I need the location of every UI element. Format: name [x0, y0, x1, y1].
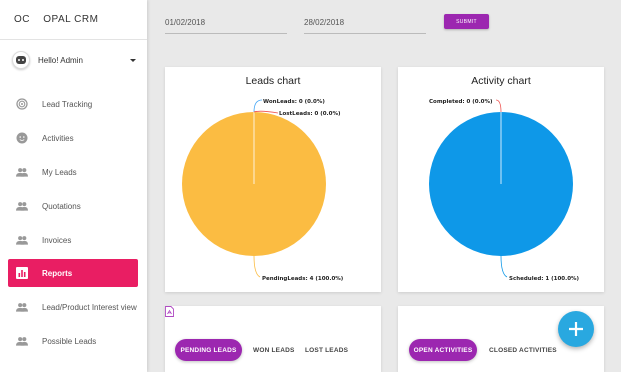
brand-short: OC	[14, 14, 30, 25]
add-button[interactable]	[558, 311, 594, 347]
people-icon	[16, 234, 28, 246]
sidebar-item-label: Possible Leads	[42, 336, 97, 346]
chevron-down-icon	[130, 58, 136, 62]
sidebar-item-quotations[interactable]: Quotations	[8, 192, 138, 220]
label-scheduled: Scheduled: 1 (100.0%)	[509, 276, 580, 282]
start-date-input[interactable]: 01/02/2018	[165, 14, 287, 34]
activity-chart-card: Activity chart Completed: 0 (0.0%) Sched…	[398, 67, 604, 292]
pdf-export-icon[interactable]	[165, 306, 174, 317]
tab-won-leads[interactable]: WON LEADS	[253, 347, 295, 354]
sidebar-item-lead-product-interest[interactable]: Lead/Product Interest view	[8, 293, 138, 321]
sidebar-divider	[0, 39, 147, 40]
leader-line-scheduled-bottom	[500, 255, 508, 278]
leader-line-pending-bottom	[253, 255, 261, 278]
sidebar-item-label: Lead/Product Interest view	[42, 302, 137, 312]
plus-icon	[569, 322, 583, 336]
people-icon	[16, 301, 28, 313]
sidebar-item-label: Lead Tracking	[42, 99, 93, 109]
submit-button[interactable]: SUBMIT	[444, 14, 489, 29]
brand[interactable]: OC OPAL CRM	[14, 14, 98, 25]
sidebar-item-invoices[interactable]: Invoices	[8, 226, 138, 254]
label-completed: Completed: 0 (0.0%)	[429, 99, 493, 105]
bar-chart-icon	[16, 267, 28, 279]
label-pending-leads: PendingLeads: 4 (100.0%)	[262, 276, 344, 282]
people-icon	[16, 200, 28, 212]
sidebar: OC OPAL CRM Hello! Admin Lead Tracking A…	[0, 0, 147, 372]
user-greeting: Hello! Admin	[38, 55, 83, 65]
sidebar-item-label: Reports	[42, 268, 73, 278]
sidebar-item-label: Invoices	[42, 235, 72, 245]
sidebar-item-lead-tracking[interactable]: Lead Tracking	[8, 90, 138, 118]
sidebar-item-my-leads[interactable]: My Leads	[8, 158, 138, 186]
sidebar-item-activities[interactable]: Activities	[8, 124, 138, 152]
leads-chart-card: Leads chart WonLeads: 0 (0.0%) LostLeads…	[165, 67, 381, 292]
target-icon	[16, 98, 28, 110]
leader-line-completed	[495, 99, 502, 113]
people-icon	[16, 166, 28, 178]
label-won-leads: WonLeads: 0 (0.0%)	[263, 99, 325, 105]
brand-name: OPAL CRM	[43, 14, 99, 25]
end-date-input[interactable]: 28/02/2018	[304, 14, 426, 34]
face-icon	[16, 132, 28, 144]
leads-pie-chart: WonLeads: 0 (0.0%) LostLeads: 0 (0.0%) P…	[182, 99, 344, 282]
sidebar-item-possible-leads[interactable]: Possible Leads	[8, 327, 138, 355]
activity-pie-chart: Completed: 0 (0.0%) Scheduled: 1 (100.0%…	[429, 99, 580, 282]
tab-closed-activities[interactable]: CLOSED ACTIVITIES	[489, 347, 557, 354]
tab-lost-leads[interactable]: LOST LEADS	[305, 347, 348, 354]
sidebar-item-label: Activities	[42, 133, 74, 143]
tab-pending-leads[interactable]: PENDING LEADS	[175, 339, 242, 361]
label-lost-leads: LostLeads: 0 (0.0%)	[279, 111, 341, 117]
sidebar-item-label: Quotations	[42, 201, 81, 211]
avatar	[12, 51, 30, 69]
leads-list-card: PENDING LEADS WON LEADS LOST LEADS	[165, 306, 381, 372]
sidebar-item-label: My Leads	[42, 167, 77, 177]
tab-open-activities[interactable]: OPEN ACTIVITIES	[409, 339, 477, 361]
people-icon	[16, 335, 28, 347]
leader-line-won	[253, 99, 263, 113]
sidebar-item-reports[interactable]: Reports	[8, 259, 138, 287]
user-menu[interactable]: Hello! Admin	[12, 50, 136, 70]
